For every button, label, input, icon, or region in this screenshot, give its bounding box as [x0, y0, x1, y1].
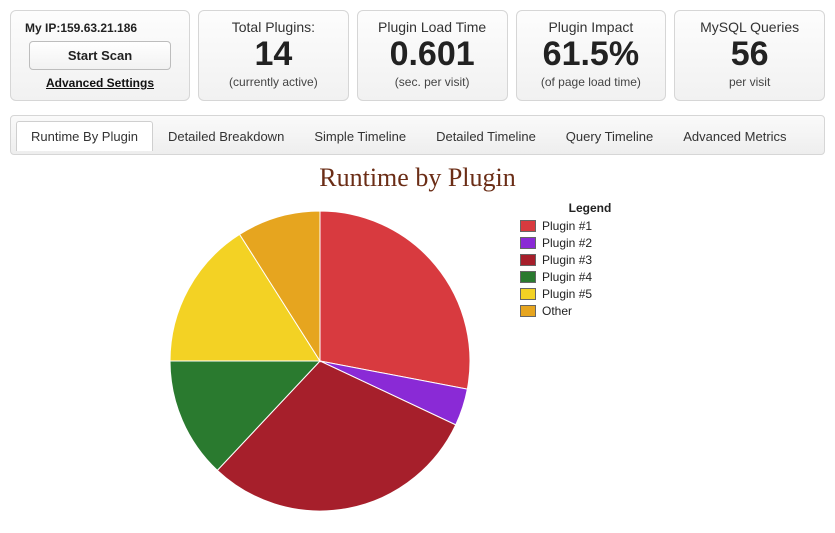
stat-title: MySQL Queries — [685, 19, 814, 35]
tab-advanced-metrics[interactable]: Advanced Metrics — [668, 121, 801, 151]
stat-value: 56 — [685, 37, 814, 73]
legend-row: Plugin #5 — [520, 287, 660, 301]
chart-title: Runtime by Plugin — [10, 163, 825, 193]
stat-sub: (currently active) — [209, 75, 338, 89]
stat-title: Plugin Impact — [527, 19, 656, 35]
tabstrip: Runtime By Plugin Detailed Breakdown Sim… — [10, 115, 825, 155]
stat-value: 14 — [209, 37, 338, 73]
legend-swatch — [520, 237, 536, 249]
stat-title: Plugin Load Time — [368, 19, 497, 35]
stat-card-queries: MySQL Queries 56 per visit — [674, 10, 825, 101]
legend-label: Other — [542, 304, 572, 318]
legend-swatch — [520, 220, 536, 232]
legend-row: Plugin #1 — [520, 219, 660, 233]
pie-chart — [160, 201, 480, 524]
legend-row: Plugin #3 — [520, 253, 660, 267]
stat-card-total-plugins: Total Plugins: 14 (currently active) — [198, 10, 349, 101]
chart-area: Runtime by Plugin Legend Plugin #1 Plugin… — [10, 163, 825, 523]
tab-query-timeline[interactable]: Query Timeline — [551, 121, 668, 151]
tab-simple-timeline[interactable]: Simple Timeline — [299, 121, 421, 151]
legend-label: Plugin #1 — [542, 219, 592, 233]
legend-swatch — [520, 305, 536, 317]
advanced-settings-link[interactable]: Advanced Settings — [21, 76, 179, 90]
chart-legend: Legend Plugin #1 Plugin #2 Plugin #3 Plugin… — [520, 201, 660, 321]
legend-swatch — [520, 288, 536, 300]
legend-label: Plugin #2 — [542, 236, 592, 250]
pie-wrap: Legend Plugin #1 Plugin #2 Plugin #3 Plugin… — [10, 201, 825, 524]
stat-title: Total Plugins: — [209, 19, 338, 35]
stat-card-impact: Plugin Impact 61.5% (of page load time) — [516, 10, 667, 101]
legend-title: Legend — [520, 201, 660, 215]
tab-detailed-timeline[interactable]: Detailed Timeline — [421, 121, 551, 151]
legend-swatch — [520, 254, 536, 266]
summary-row: My IP:159.63.21.186 Start Scan Advanced … — [10, 10, 825, 101]
control-card: My IP:159.63.21.186 Start Scan Advanced … — [10, 10, 190, 101]
stat-sub: (sec. per visit) — [368, 75, 497, 89]
legend-row: Plugin #4 — [520, 270, 660, 284]
legend-swatch — [520, 271, 536, 283]
pie-slice — [320, 211, 470, 389]
legend-label: Plugin #4 — [542, 270, 592, 284]
stat-value: 61.5% — [527, 37, 656, 73]
my-ip-label: My IP:159.63.21.186 — [25, 21, 179, 35]
legend-label: Plugin #5 — [542, 287, 592, 301]
start-scan-button[interactable]: Start Scan — [29, 41, 171, 70]
legend-row: Other — [520, 304, 660, 318]
stat-sub: (of page load time) — [527, 75, 656, 89]
legend-label: Plugin #3 — [542, 253, 592, 267]
tab-detailed-breakdown[interactable]: Detailed Breakdown — [153, 121, 299, 151]
legend-row: Plugin #2 — [520, 236, 660, 250]
stat-value: 0.601 — [368, 37, 497, 73]
tab-runtime-by-plugin[interactable]: Runtime By Plugin — [16, 121, 153, 151]
stat-sub: per visit — [685, 75, 814, 89]
stat-card-load-time: Plugin Load Time 0.601 (sec. per visit) — [357, 10, 508, 101]
